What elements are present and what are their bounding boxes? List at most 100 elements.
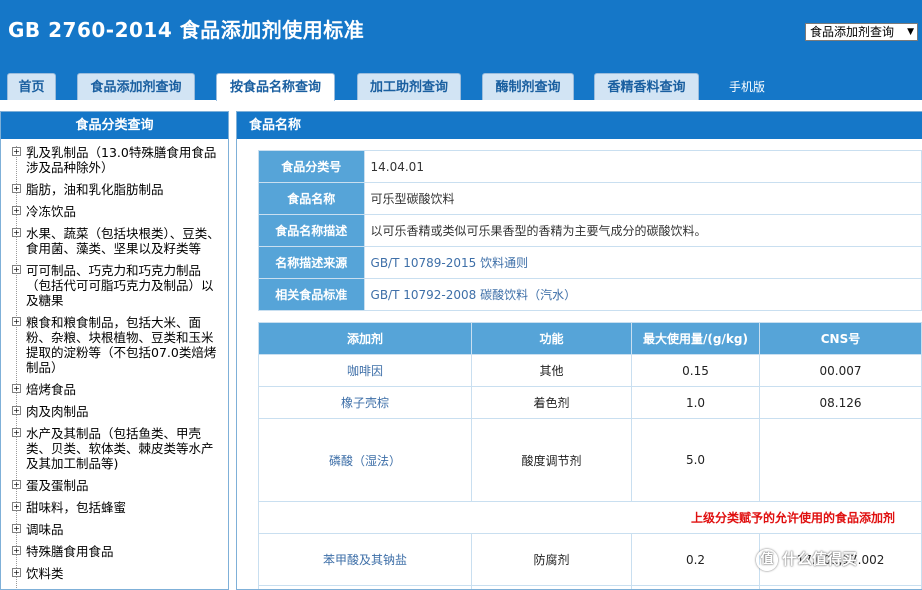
tab-home[interactable]: 首页 [7, 73, 56, 100]
tree-item-category[interactable]: + 甜味料，包括蜂蜜 [1, 500, 228, 515]
sidebar-title: 食品分类查询 [1, 112, 228, 139]
table-cell-empty [631, 585, 760, 589]
expand-plus-icon[interactable]: + [12, 317, 21, 326]
expand-plus-icon[interactable]: + [12, 184, 21, 193]
expand-plus-icon[interactable]: + [12, 428, 21, 437]
tree-item-category[interactable]: + 特殊膳食用食品 [1, 544, 228, 559]
info-value-link[interactable]: GB/T 10789-2015 饮料通则 [363, 246, 922, 279]
query-mode-select-value: 食品添加剂查询 [810, 25, 895, 39]
expand-plus-icon[interactable]: + [12, 206, 21, 215]
food-info-table: 食品分类号 14.04.01 食品名称 可乐型碳酸饮料 食品名称描述 以可乐香精… [258, 150, 922, 311]
tree-item-label: 可可制品、巧克力和巧克力制品（包括代可可脂巧克力及制品）以及糖果 [26, 263, 214, 308]
tree-item-category[interactable]: + 焙烤食品 [1, 382, 228, 397]
additive-function: 其他 [471, 354, 632, 387]
column-header-function: 功能 [471, 322, 632, 355]
parent-category-note: 上级分类赋予的允许使用的食品添加剂 [258, 501, 922, 534]
info-label: 食品名称描述 [258, 214, 365, 247]
column-header-max-usage: 最大使用量/(g/kg) [631, 322, 760, 355]
additive-function: 防腐剂 [471, 533, 632, 586]
additive-max-usage: 1.0 [631, 386, 760, 419]
additive-function: 着色剂 [471, 386, 632, 419]
tree-item-label: 特殊膳食用食品 [26, 544, 114, 559]
table-row: 橡子壳棕 着色剂 1.0 08.126 [258, 386, 922, 419]
info-label: 相关食品标准 [258, 278, 365, 311]
tree-item-category[interactable]: + 饮料类 [1, 566, 228, 581]
expand-plus-icon[interactable]: + [12, 524, 21, 533]
expand-plus-icon[interactable]: + [12, 546, 21, 555]
tree-item-category[interactable]: + 肉及肉制品 [1, 404, 228, 419]
additive-max-usage: 0.2 [631, 533, 760, 586]
app-title: GB 2760-2014 食品添加剂使用标准 [8, 18, 365, 42]
tree-item-label: 蛋及蛋制品 [26, 478, 89, 493]
expand-plus-icon[interactable]: + [12, 480, 21, 489]
additive-name-link[interactable]: 咖啡因 [258, 354, 472, 387]
tree-item-label: 肉及肉制品 [26, 404, 89, 419]
tab-flavor-query[interactable]: 香精香料查询 [594, 73, 699, 100]
info-value: 以可乐香精或类似可乐果香型的香精为主要气成分的碳酸饮料。 [363, 214, 922, 247]
additive-cns [759, 418, 922, 502]
expand-plus-icon[interactable]: + [12, 502, 21, 511]
tree-item-label: 粮食和粮食制品，包括大米、面粉、杂粮、块根植物、豆类和玉米提取的淀粉等（不包括0… [26, 315, 217, 375]
expand-plus-icon[interactable]: + [12, 384, 21, 393]
column-header-additive: 添加剂 [258, 322, 472, 355]
column-header-cns: CNS号 [759, 322, 922, 355]
tab-mobile-version[interactable]: 手机版 [729, 78, 765, 95]
additive-cns: 00.007 [759, 354, 922, 387]
info-row-category-code: 食品分类号 14.04.01 [258, 150, 922, 183]
tab-food-name-query[interactable]: 按食品名称查询 [216, 73, 335, 101]
table-cell-empty [471, 585, 632, 589]
watermark-logo-icon: 值 [756, 548, 778, 571]
tree-item-label: 乳及乳制品（13.0特殊膳食用食品涉及品种除外） [26, 145, 217, 175]
tree-item-label: 调味品 [26, 522, 64, 537]
table-row [258, 585, 922, 589]
main-panel: 食品名称 食品分类号 14.04.01 食品名称 可乐型碳酸饮料 食品名称描述 … [236, 111, 922, 590]
watermark: 值什么值得买 [756, 548, 857, 571]
tree-item-label: 水产及其制品（包括鱼类、甲壳类、贝类、软体类、棘皮类等水产及其加工制品等) [26, 426, 214, 471]
app-header: GB 2760-2014 食品添加剂使用标准 食品添加剂查询 ▼ 首页 食品添加… [0, 0, 922, 101]
info-value: 可乐型碳酸饮料 [363, 182, 922, 215]
expand-plus-icon[interactable]: + [12, 568, 21, 577]
additive-name-link[interactable]: 苯甲酸及其钠盐 [258, 533, 472, 586]
tree-item-label: 甜味料，包括蜂蜜 [26, 500, 127, 515]
tree-item-label: 脂肪，油和乳化脂肪制品 [26, 182, 164, 197]
additive-max-usage: 0.15 [631, 354, 760, 387]
watermark-text: 什么值得买 [782, 550, 858, 568]
query-mode-select[interactable]: 食品添加剂查询 ▼ [805, 23, 918, 41]
tree-item-category[interactable]: + 乳及乳制品（13.0特殊膳食用食品涉及品种除外） [1, 145, 228, 175]
info-value-link[interactable]: GB/T 10792-2008 碳酸饮料（汽水） [363, 278, 922, 311]
category-tree: + 乳及乳制品（13.0特殊膳食用食品涉及品种除外） + 脂肪，油和乳化脂肪制品 + 冷冻… [1, 139, 228, 581]
tree-item-category[interactable]: + 粮食和粮食制品，包括大米、面粉、杂粮、块根植物、豆类和玉米提取的淀粉等（不包括… [1, 315, 228, 375]
tree-item-category[interactable]: + 脂肪，油和乳化脂肪制品 [1, 182, 228, 197]
info-row-description-source: 名称描述来源 GB/T 10789-2015 饮料通则 [258, 246, 922, 279]
expand-plus-icon[interactable]: + [12, 406, 21, 415]
table-cell-empty [258, 585, 472, 589]
info-label: 名称描述来源 [258, 246, 365, 279]
chevron-down-icon: ▼ [907, 27, 914, 37]
additives-header-row: 添加剂 功能 最大使用量/(g/kg) CNS号 [258, 322, 922, 355]
tree-item-category[interactable]: + 调味品 [1, 522, 228, 537]
tab-processing-aid-query[interactable]: 加工助剂查询 [357, 73, 461, 100]
tree-item-category[interactable]: + 蛋及蛋制品 [1, 478, 228, 493]
tree-item-category[interactable]: + 水产及其制品（包括鱼类、甲壳类、贝类、软体类、棘皮类等水产及其加工制品等) [1, 426, 228, 471]
main-panel-title: 食品名称 [237, 112, 922, 139]
tab-enzyme-query[interactable]: 酶制剂查询 [482, 73, 574, 100]
tree-item-label: 饮料类 [26, 566, 64, 581]
tree-item-label: 水果、蔬菜（包括块根类）、豆类、食用菌、藻类、坚果以及籽类等 [26, 226, 220, 256]
tree-item-label: 冷冻饮品 [26, 204, 77, 219]
tree-item-category[interactable]: + 可可制品、巧克力和巧克力制品（包括代可可脂巧克力及制品）以及糖果 [1, 263, 228, 308]
additive-max-usage: 5.0 [631, 418, 760, 502]
tree-item-category[interactable]: + 水果、蔬菜（包括块根类）、豆类、食用菌、藻类、坚果以及籽类等 [1, 226, 228, 256]
additive-cns: 08.126 [759, 386, 922, 419]
sidebar: 食品分类查询 + 乳及乳制品（13.0特殊膳食用食品涉及品种除外） + 脂肪，油和乳化… [0, 111, 229, 590]
expand-plus-icon[interactable]: + [12, 265, 21, 274]
additive-function: 酸度调节剂 [471, 418, 632, 502]
parent-category-note-row: 上级分类赋予的允许使用的食品添加剂 [258, 501, 922, 534]
info-value: 14.04.01 [363, 150, 922, 183]
info-label: 食品名称 [258, 182, 365, 215]
tab-additive-query[interactable]: 食品添加剂查询 [77, 73, 195, 100]
additive-name-link[interactable]: 磷酸（湿法） [258, 418, 472, 502]
tree-item-category[interactable]: + 冷冻饮品 [1, 204, 228, 219]
expand-plus-icon[interactable]: + [12, 147, 21, 156]
additive-name-link[interactable]: 橡子壳棕 [258, 386, 472, 419]
expand-plus-icon[interactable]: + [12, 228, 21, 237]
